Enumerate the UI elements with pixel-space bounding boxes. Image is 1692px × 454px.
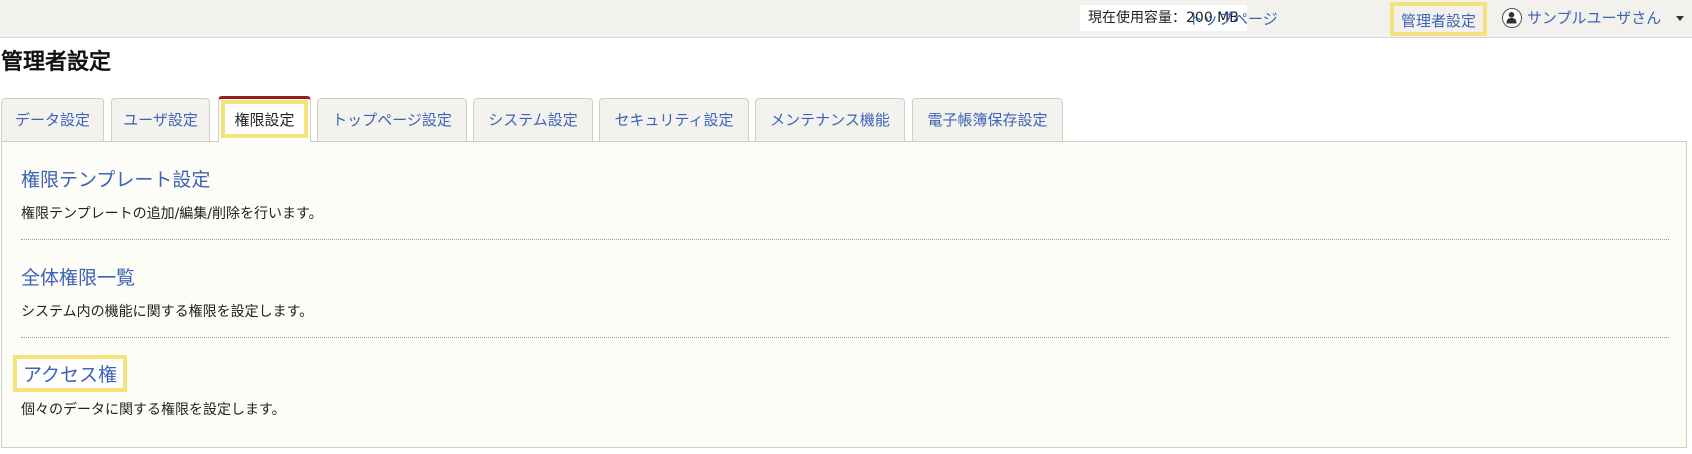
- page-title: 管理者設定: [1, 50, 112, 75]
- divider: [21, 337, 1669, 338]
- section-description: システム内の機能に関する権限を設定します。: [21, 304, 314, 320]
- tab-label: セキュリティ設定: [614, 111, 734, 129]
- tab-label: 権限設定: [221, 100, 308, 138]
- permission-template-link[interactable]: 権限テンプレート設定: [21, 165, 210, 192]
- tab-permission-settings[interactable]: 権限設定: [218, 96, 311, 142]
- top-bar: 現在使用容量：200 MB トップページ 管理者設定 サンプルユーザさん: [0, 0, 1692, 38]
- tab-label: システム設定: [488, 111, 578, 129]
- admin-settings-link[interactable]: 管理者設定: [1390, 2, 1488, 36]
- tab-data-settings[interactable]: データ設定: [1, 98, 104, 141]
- tab-system-settings[interactable]: システム設定: [473, 98, 593, 141]
- overall-permissions-link[interactable]: 全体権限一覧: [21, 263, 135, 290]
- access-rights-link[interactable]: アクセス権: [13, 355, 128, 392]
- section-description: 権限テンプレートの追加/編集/削除を行います。: [21, 206, 323, 222]
- section-description: 個々のデータに関する権限を設定します。: [21, 402, 286, 418]
- user-menu[interactable]: サンプルユーザさん: [1527, 0, 1661, 38]
- tab-label: メンテナンス機能: [770, 111, 890, 129]
- tab-label: データ設定: [14, 111, 90, 129]
- tab-e-book-storage-settings[interactable]: 電子帳簿保存設定: [912, 98, 1063, 141]
- tab-top-page-settings[interactable]: トップページ設定: [317, 98, 467, 141]
- tab-label: 電子帳簿保存設定: [927, 111, 1048, 129]
- chevron-down-icon[interactable]: [1676, 16, 1684, 21]
- tab-user-settings[interactable]: ユーザ設定: [111, 98, 210, 141]
- tab-panel: 権限テンプレート設定 権限テンプレートの追加/編集/削除を行います。 全体権限一…: [1, 141, 1687, 448]
- tab-maintenance[interactable]: メンテナンス機能: [755, 98, 905, 141]
- top-page-link[interactable]: トップページ: [1188, 0, 1278, 38]
- tab-label: トップページ設定: [332, 111, 452, 129]
- divider: [21, 239, 1669, 240]
- user-avatar-icon[interactable]: [1502, 8, 1522, 28]
- tab-security-settings[interactable]: セキュリティ設定: [599, 98, 749, 141]
- tab-label: ユーザ設定: [123, 111, 198, 129]
